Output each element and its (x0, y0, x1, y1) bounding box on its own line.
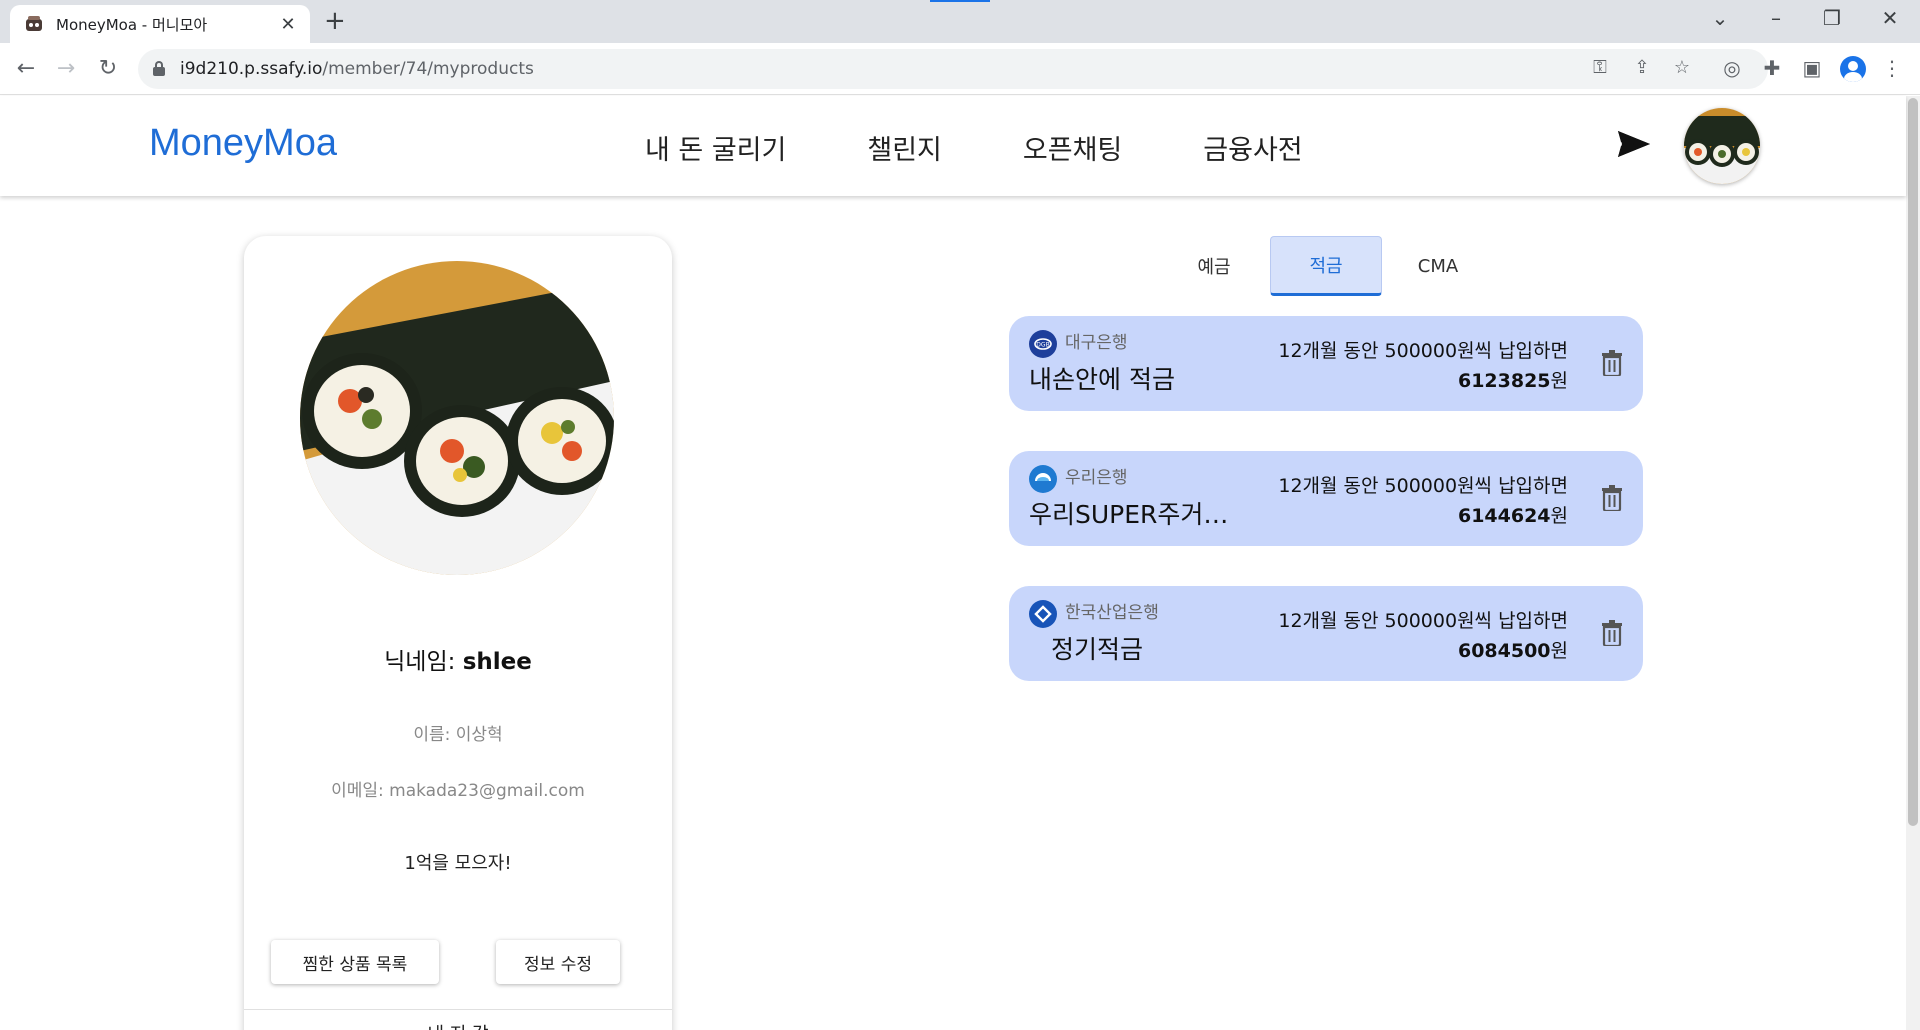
url-path: /member/74/myproducts (322, 59, 534, 79)
site-favicon-icon (26, 16, 42, 31)
site-logo[interactable]: MoneyMoa (149, 122, 337, 165)
back-icon[interactable]: ← (10, 53, 42, 85)
bank-name: 우리은행 (1065, 468, 1128, 488)
product-card[interactable]: DGB 대구은행 내손안에 적금 12개월 동안 500000원씩 납입하면 6… (1009, 316, 1643, 411)
browser-tab[interactable]: MoneyMoa - 머니모아 ✕ (10, 5, 310, 43)
browser-profile-icon[interactable] (1840, 56, 1866, 82)
url-text: i9d210.p.ssafy.io/member/74/myproducts (180, 59, 534, 79)
amount-value: 6084500 (1457, 640, 1551, 662)
url-host: i9d210.p.ssafy.io (180, 59, 323, 79)
kdb-bank-logo-icon (1029, 600, 1057, 628)
bank-name: 대구은행 (1065, 333, 1128, 353)
nickname-label: 닉네임: (384, 649, 463, 675)
bookmark-star-icon[interactable]: ☆ (1670, 57, 1694, 78)
nav-item-challenge[interactable]: 챌린지 (867, 128, 942, 167)
bank-name: 한국산업은행 (1065, 603, 1159, 623)
woori-bank-logo-icon (1029, 465, 1057, 493)
gimbap-avatar-image (1684, 108, 1760, 184)
amount-value: 6144624 (1457, 505, 1551, 527)
tab-deposit[interactable]: 예금 (1158, 236, 1270, 296)
restore-icon[interactable]: ❐ (1812, 6, 1852, 30)
product-name: 내손안에 적금 (1029, 365, 1175, 394)
product-card[interactable]: 우리은행 우리SUPER주거래적금 12개월 동안 500000원씩 납입하면 … (1009, 451, 1643, 546)
edit-profile-button[interactable]: 정보 수정 (496, 940, 620, 984)
product-terms: 12개월 동안 500000원씩 납입하면 (1278, 610, 1568, 632)
tab-search-icon[interactable]: ⌄ (1700, 6, 1740, 30)
minimize-icon[interactable]: – (1756, 6, 1796, 30)
tab-cma[interactable]: CMA (1382, 236, 1494, 296)
nav-item-dictionary[interactable]: 금융사전 (1203, 128, 1302, 167)
card-divider (244, 1009, 672, 1010)
profile-nickname: 닉네임: shlee (244, 642, 672, 676)
browser-menu-icon[interactable]: ⋮ (1878, 56, 1906, 80)
svg-text:DGB: DGB (1036, 342, 1049, 349)
browser-tab-title: MoneyMoa - 머니모아 (56, 15, 208, 34)
product-card[interactable]: 한국산업은행 정기적금 12개월 동안 500000원씩 납입하면 608450… (1009, 586, 1643, 681)
new-tab-icon[interactable]: + (324, 8, 346, 34)
gimbap-profile-image (300, 261, 614, 575)
wishlist-button[interactable]: 찜한 상품 목록 (271, 940, 439, 984)
nav-item-open-chat[interactable]: 오픈채팅 (1023, 128, 1122, 167)
share-icon[interactable]: ⇪ (1630, 57, 1654, 78)
send-icon[interactable] (1616, 128, 1652, 160)
nickname-value: shlee (462, 649, 532, 675)
extension-circle-icon[interactable]: ◎ (1718, 56, 1746, 80)
app-header: MoneyMoa 내 돈 굴리기 챌린지 오픈채팅 금융사전 (0, 96, 1906, 196)
product-maturity-amount: 6123825원 (1458, 366, 1568, 393)
amount-unit: 원 (1550, 640, 1568, 662)
profile-card: 닉네임: shlee 이름: 이상혁 이메일: makada23@gmail.c… (244, 236, 672, 1030)
product-terms: 12개월 동안 500000원씩 납입하면 (1278, 475, 1568, 497)
forward-icon[interactable]: → (50, 53, 82, 85)
product-type-tabs: 예금 적금 CMA (1158, 236, 1494, 296)
wallet-section-title: 내 지 갑 (244, 1020, 672, 1030)
profile-name: 이름: 이상혁 (413, 725, 503, 745)
amount-value: 6123825 (1457, 370, 1551, 392)
side-panel-icon[interactable]: ▣ (1798, 56, 1826, 80)
reload-icon[interactable]: ↻ (92, 53, 124, 85)
product-name: 우리SUPER주거래적금 (1029, 500, 1239, 529)
tab-savings[interactable]: 적금 (1270, 236, 1382, 296)
tab-close-icon[interactable]: ✕ (278, 14, 298, 35)
key-icon[interactable]: ⚿ (1588, 57, 1612, 78)
address-bar[interactable]: i9d210.p.ssafy.io/member/74/myproducts ⚿… (138, 49, 1768, 89)
browser-tab-strip: MoneyMoa - 머니모아 ✕ + ⌄ – ❐ ✕ (0, 0, 1920, 43)
product-maturity-amount: 6144624원 (1458, 501, 1568, 528)
tab-indicator (930, 0, 990, 2)
extensions-puzzle-icon[interactable]: ✚ (1758, 56, 1786, 80)
trash-icon[interactable] (1601, 620, 1623, 646)
amount-unit: 원 (1550, 370, 1568, 392)
profile-email: 이메일: makada23@gmail.com (331, 781, 585, 801)
lock-icon[interactable] (152, 61, 166, 77)
product-name: 정기적금 (1051, 635, 1144, 664)
profile-photo (300, 261, 614, 575)
user-avatar[interactable] (1684, 108, 1760, 184)
product-maturity-amount: 6084500원 (1458, 636, 1568, 663)
nav-item-invest[interactable]: 내 돈 굴리기 (645, 128, 786, 167)
product-terms: 12개월 동안 500000원씩 납입하면 (1278, 340, 1568, 362)
profile-motto: 1억을 모으자! (404, 853, 512, 874)
main-nav: 내 돈 굴리기 챌린지 오픈채팅 금융사전 (645, 128, 1384, 167)
trash-icon[interactable] (1601, 485, 1623, 511)
page-scrollbar-thumb[interactable] (1908, 98, 1918, 826)
browser-toolbar: ← → ↻ i9d210.p.ssafy.io/member/74/myprod… (0, 43, 1920, 95)
trash-icon[interactable] (1601, 350, 1623, 376)
amount-unit: 원 (1550, 505, 1568, 527)
dgb-bank-logo-icon: DGB (1029, 330, 1057, 358)
window-close-icon[interactable]: ✕ (1870, 6, 1910, 30)
